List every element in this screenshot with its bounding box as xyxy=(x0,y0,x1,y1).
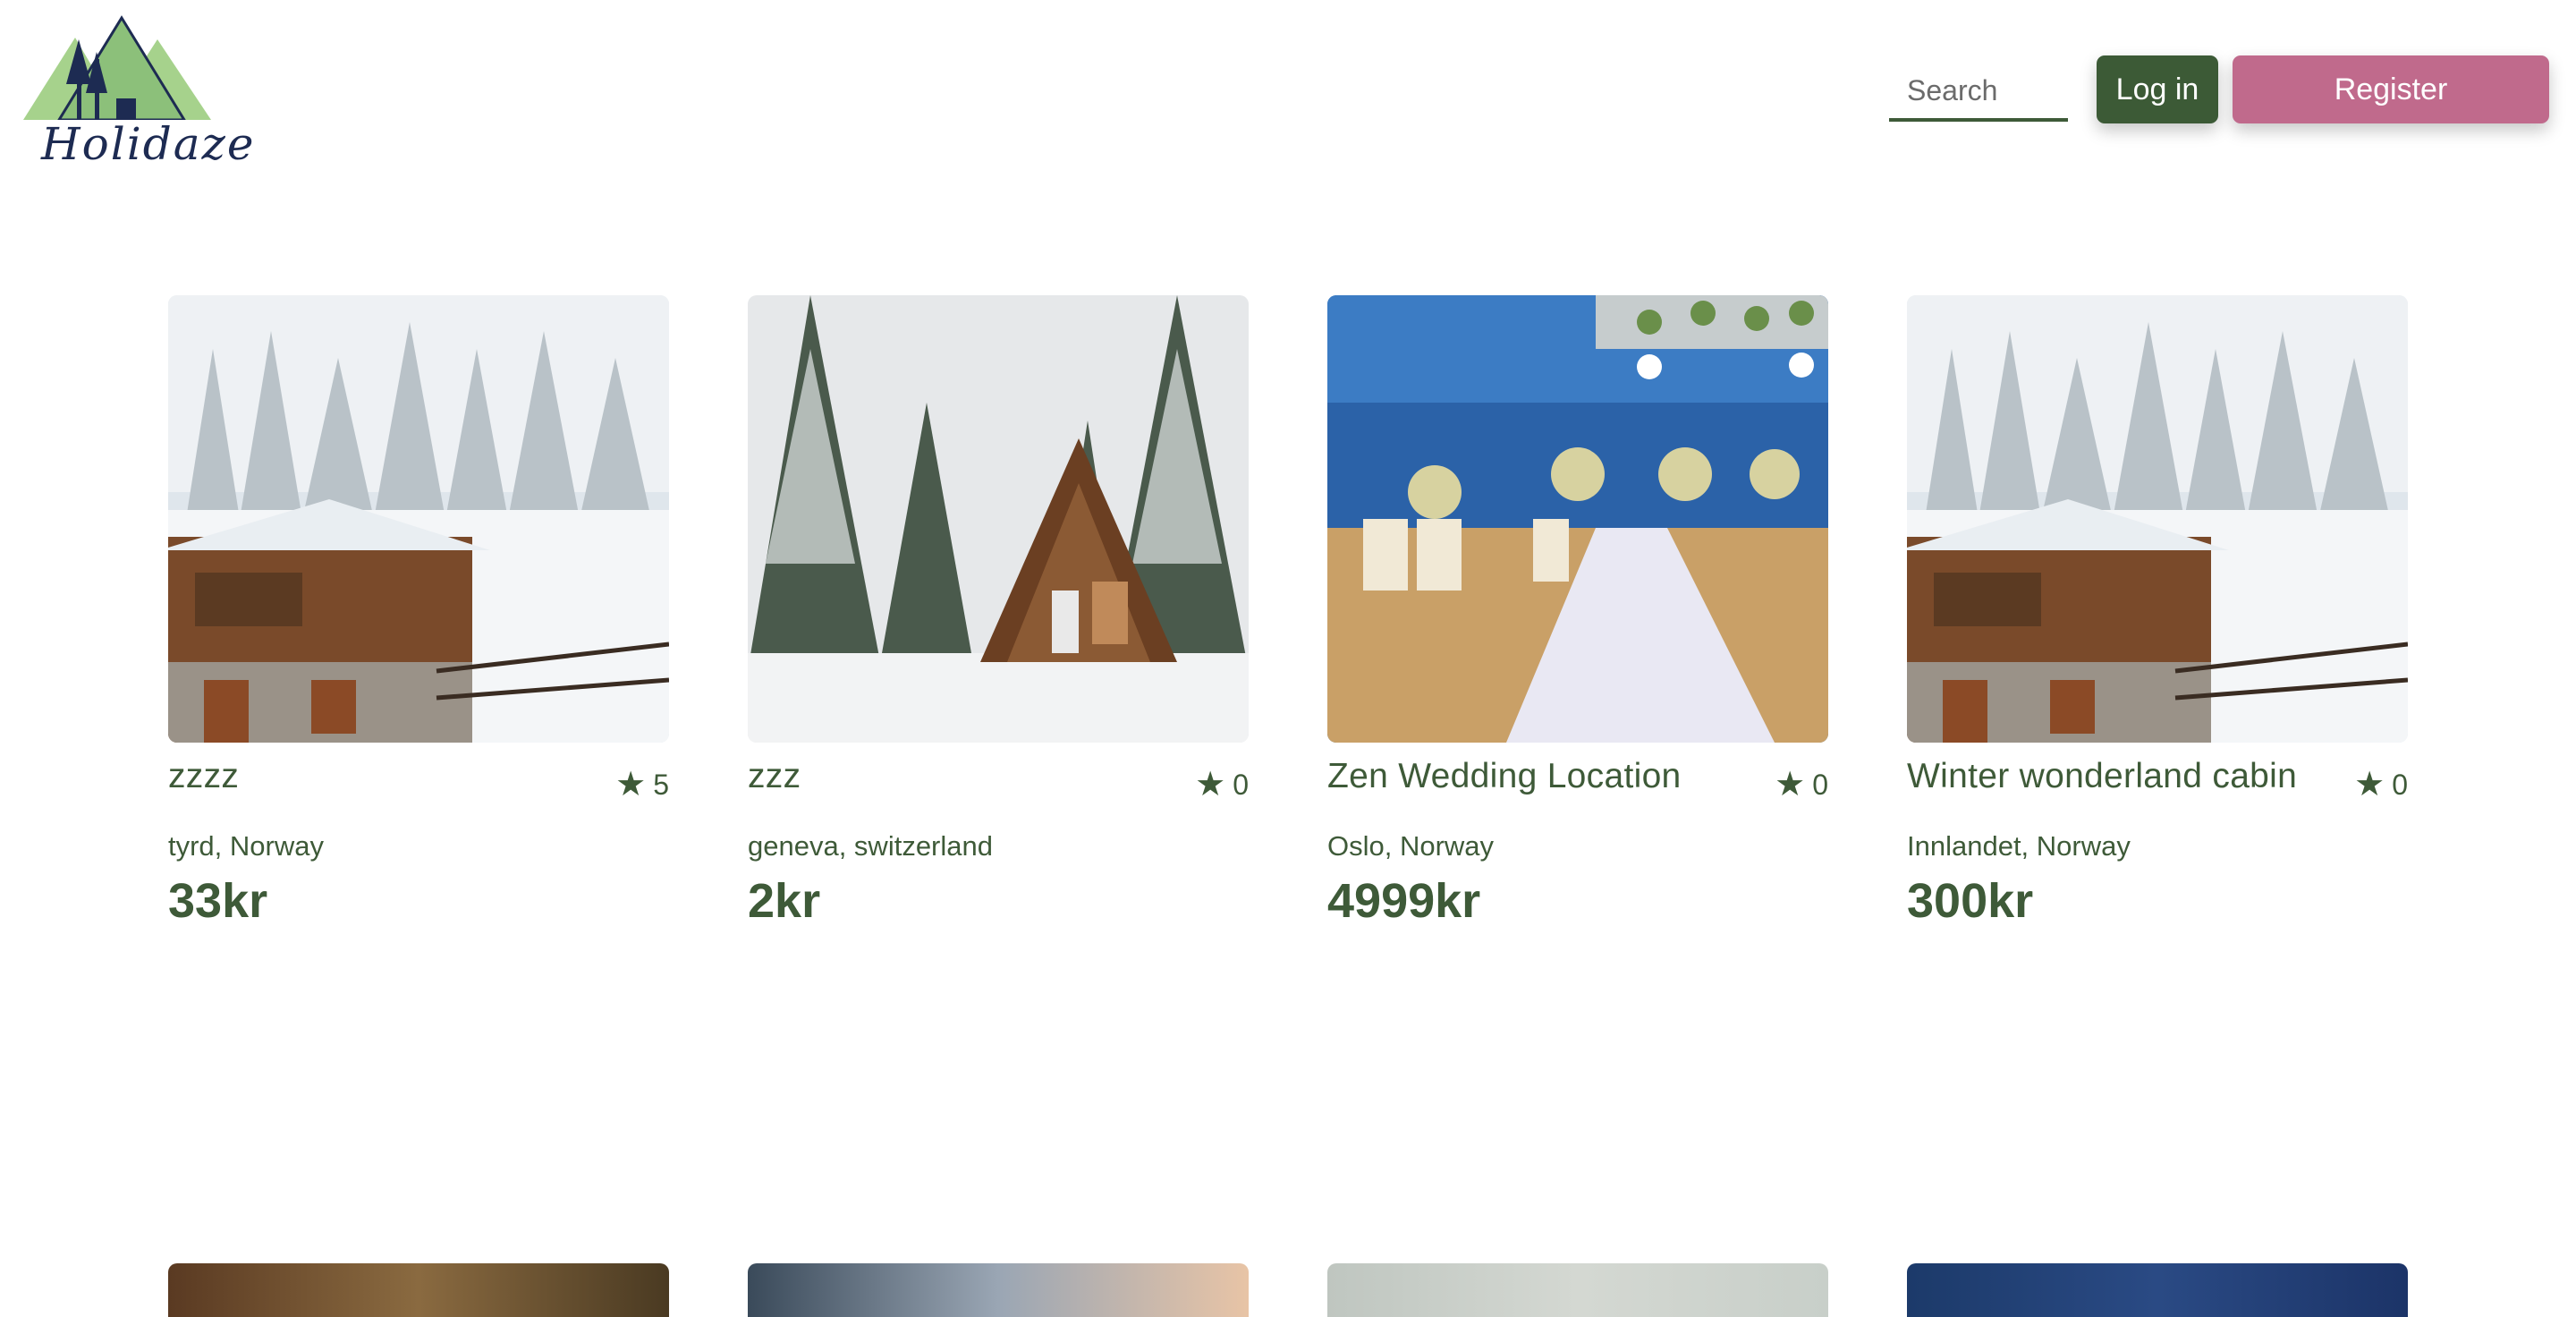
register-button[interactable]: Register xyxy=(2233,55,2549,123)
a-frame-cabin-image xyxy=(748,295,1249,743)
listing-image-partial[interactable] xyxy=(168,1263,669,1317)
listing-rating: ★ 5 xyxy=(615,768,669,802)
listing-title: Zen Wedding Location xyxy=(1327,757,1682,795)
listing-location: Innlandet, Norway xyxy=(1907,830,2131,862)
listing-image-partial[interactable] xyxy=(1327,1263,1828,1317)
star-icon: ★ xyxy=(615,766,647,803)
listing-image[interactable] xyxy=(168,295,669,743)
listing-title: Winter wonderland cabin xyxy=(1907,757,2298,795)
listing-image[interactable] xyxy=(1907,295,2408,743)
rating-value: 0 xyxy=(1233,768,1249,801)
beach-wedding-image xyxy=(1327,295,1828,743)
listing-image-partial[interactable] xyxy=(748,1263,1249,1317)
listing-location: Oslo, Norway xyxy=(1327,830,1495,862)
listing-rating: ★ 0 xyxy=(1775,768,1828,802)
listing-rating: ★ 0 xyxy=(2354,768,2408,802)
rating-value: 0 xyxy=(2392,768,2408,801)
logo-text: Holidaze xyxy=(41,118,256,170)
holidaze-logo[interactable]: Holidaze xyxy=(23,13,253,170)
star-icon: ★ xyxy=(1195,766,1226,803)
listing-card[interactable]: Winter wonderland cabin ★ 0 Innlandet, N… xyxy=(1907,295,2408,928)
search-input[interactable] xyxy=(1889,63,2068,122)
listing-price: 300kr xyxy=(1907,874,2034,928)
listing-price: 4999kr xyxy=(1327,874,1481,928)
listing-rating: ★ 0 xyxy=(1195,768,1249,802)
listing-price: 2kr xyxy=(748,874,821,928)
listing-title: zzzz xyxy=(168,757,240,795)
rating-value: 0 xyxy=(1812,768,1828,801)
login-button[interactable]: Log in xyxy=(2097,55,2218,123)
listing-card[interactable]: zzz ★ 0 geneva, switzerland 2kr xyxy=(748,295,1249,928)
snowy-chalet-image xyxy=(168,295,669,743)
rating-value: 5 xyxy=(653,768,669,801)
listing-location: geneva, switzerland xyxy=(748,830,993,862)
listing-image[interactable] xyxy=(1327,295,1828,743)
listing-image[interactable] xyxy=(748,295,1249,743)
star-icon: ★ xyxy=(1775,766,1806,803)
listing-price: 33kr xyxy=(168,874,268,928)
listing-card[interactable]: Zen Wedding Location ★ 0 Oslo, Norway 49… xyxy=(1327,295,1828,928)
listing-title: zzz xyxy=(748,757,801,795)
snowy-chalet-image xyxy=(1907,295,2408,743)
listing-image-partial[interactable] xyxy=(1907,1263,2408,1317)
mountain-logo-icon xyxy=(23,15,211,120)
star-icon: ★ xyxy=(2354,766,2385,803)
listing-location: tyrd, Norway xyxy=(168,830,324,862)
listing-card[interactable]: zzzz ★ 5 tyrd, Norway 33kr xyxy=(168,295,669,928)
